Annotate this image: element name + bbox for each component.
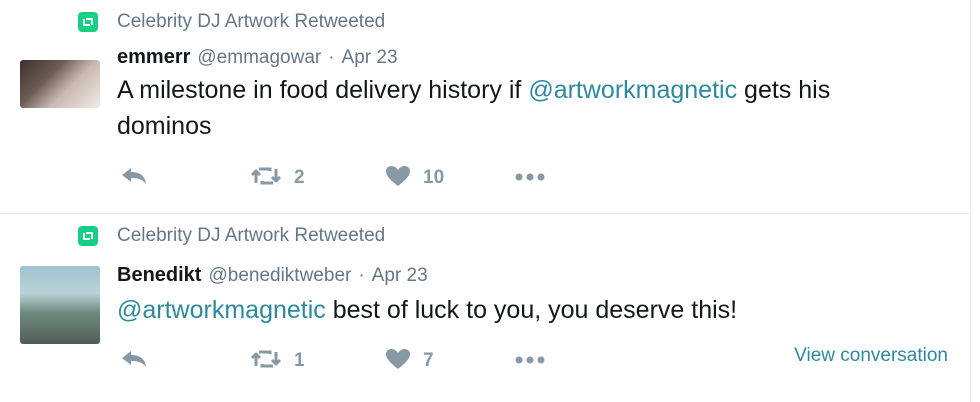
more-icon (514, 169, 546, 187)
heart-icon (385, 165, 411, 192)
reply-icon (120, 166, 148, 191)
tweet-text: A milestone in food delivery history if … (117, 72, 917, 144)
separator: · (328, 47, 335, 68)
tweet-date[interactable]: Apr 23 (342, 47, 398, 69)
avatar[interactable] (20, 60, 100, 108)
tweet-text-before: A milestone in food delivery history if (117, 76, 529, 104)
user-name[interactable]: Benedikt (117, 264, 201, 287)
retweet-context: Celebrity DJ Artwork Retweeted (78, 224, 385, 248)
tweet[interactable]: Celebrity DJ Artwork Retweeted emmerr @e… (0, 0, 970, 214)
retweet-count: 2 (294, 167, 305, 188)
retweet-context-text: Celebrity DJ Artwork Retweeted (117, 225, 386, 246)
tweet-header: Benedikt @benediktweber · Apr 23 (117, 264, 428, 287)
separator: · (358, 265, 365, 286)
heart-icon (385, 348, 411, 375)
like-button[interactable]: 7 (385, 346, 434, 376)
retweet-icon (250, 166, 282, 191)
retweet-button[interactable]: 2 (250, 163, 305, 193)
like-count: 7 (423, 350, 434, 371)
retweet-context-text: Celebrity DJ Artwork Retweeted (117, 11, 386, 32)
reply-icon (120, 349, 148, 374)
mention-link[interactable]: @artworkmagnetic (528, 76, 737, 104)
tweet-text-after: best of luck to you, you deserve this! (325, 296, 738, 324)
user-name[interactable]: emmerr (117, 46, 190, 69)
user-handle[interactable]: @emmagowar (197, 47, 321, 69)
reply-button[interactable] (120, 346, 148, 376)
tweet[interactable]: Celebrity DJ Artwork Retweeted Benedikt … (0, 214, 970, 402)
more-button[interactable] (514, 163, 546, 193)
like-button[interactable]: 10 (385, 163, 444, 193)
mention-link[interactable]: @artworkmagnetic (117, 296, 326, 324)
reply-button[interactable] (120, 163, 148, 193)
retweet-icon (78, 12, 98, 32)
retweet-icon (250, 349, 282, 374)
retweet-button[interactable]: 1 (250, 346, 305, 376)
tweet-text: @artworkmagnetic best of luck to you, yo… (117, 292, 917, 328)
user-handle[interactable]: @benediktweber (208, 265, 351, 287)
view-conversation-link[interactable]: View conversation (794, 345, 948, 367)
retweet-context: Celebrity DJ Artwork Retweeted (78, 10, 385, 34)
timeline-feed: Celebrity DJ Artwork Retweeted emmerr @e… (0, 0, 971, 402)
tweet-actions: 2 10 (117, 163, 957, 193)
tweet-date[interactable]: Apr 23 (372, 265, 428, 287)
tweet-header: emmerr @emmagowar · Apr 23 (117, 46, 398, 69)
retweet-count: 1 (294, 350, 305, 371)
like-count: 10 (423, 167, 445, 188)
more-icon (514, 352, 546, 370)
retweet-icon (78, 226, 98, 246)
more-button[interactable] (514, 346, 546, 376)
avatar[interactable] (20, 266, 100, 344)
